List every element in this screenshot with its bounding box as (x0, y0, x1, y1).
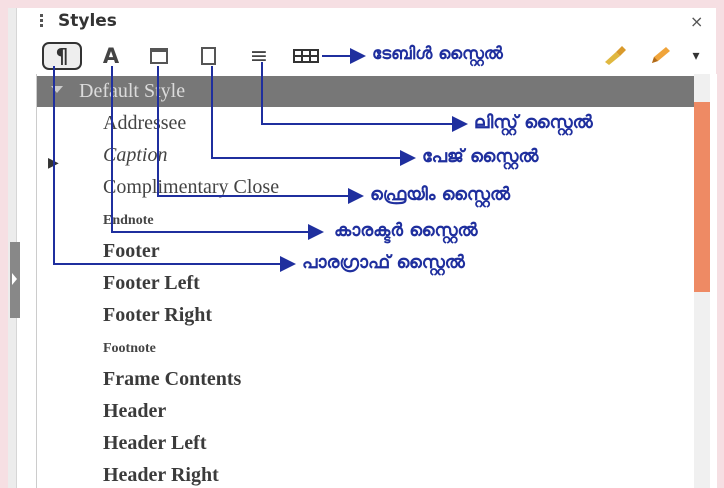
paragraph-styles-button[interactable]: ¶ (42, 42, 82, 70)
paint-bucket-icon (605, 46, 626, 65)
list-item[interactable]: Header Right (37, 460, 695, 488)
pilcrow-icon: ¶ (55, 44, 69, 68)
list-styles-button[interactable]: ≡ (244, 42, 274, 70)
style-name: Footer Left (103, 272, 200, 294)
style-name: Complimentary Close (103, 176, 280, 198)
style-name: Frame Contents (103, 368, 242, 390)
style-name: Endnote (103, 213, 154, 228)
frame-styles-button[interactable] (146, 42, 172, 70)
new-style-button[interactable] (646, 40, 676, 70)
scrollbar-thumb[interactable] (694, 102, 710, 292)
panel-title: Styles (58, 11, 117, 31)
expand-caption-icon[interactable]: ▶ (48, 155, 59, 171)
list-item[interactable]: Header (37, 396, 695, 427)
style-name: Addressee (103, 112, 187, 134)
list-item-default-style[interactable]: Default Style (37, 76, 695, 107)
letter-a-icon: A (102, 44, 120, 68)
style-name: Caption (103, 144, 168, 166)
style-name: Footer (103, 240, 160, 262)
character-styles-button[interactable]: A (98, 42, 124, 70)
style-name: Header Left (103, 432, 207, 454)
fill-format-mode-button[interactable] (600, 40, 630, 70)
expand-arrow-icon (51, 86, 63, 93)
collapse-handle[interactable] (10, 242, 20, 318)
style-name: Footnote (103, 341, 156, 356)
style-actions-dropdown[interactable]: ▾ (688, 44, 704, 68)
annotation-paragraph-style: പാരഗ്രാഫ് സ്റ്റൈൽ (302, 252, 465, 273)
drag-grip-icon[interactable] (40, 14, 43, 30)
style-name: Header Right (103, 464, 219, 486)
style-list[interactable]: Default Style Addressee Caption Complime… (36, 74, 717, 488)
pencil-icon (652, 47, 670, 63)
annotation-character-style: കാരക്ടർ സ്റ്റൈൽ (334, 220, 478, 241)
annotation-page-style: പേജ് സ്റ്റൈൽ (422, 146, 539, 167)
list-icon: ≡ (249, 43, 269, 69)
style-name: Header (103, 400, 167, 422)
table-styles-button[interactable] (290, 44, 322, 68)
list-item[interactable]: Frame Contents (37, 364, 695, 395)
annotation-list-style: ലിസ്റ്റ് സ്റ്റൈൽ (474, 112, 593, 133)
chevron-down-icon: ▾ (692, 48, 700, 64)
page-icon (200, 47, 216, 65)
list-item[interactable]: Footer Right (37, 300, 695, 331)
style-name: Footer Right (103, 304, 213, 326)
list-item[interactable]: Addressee (37, 108, 695, 139)
close-icon[interactable]: × (690, 12, 703, 31)
list-item[interactable]: Header Left (37, 428, 695, 459)
style-name: Default Style (79, 80, 186, 102)
page-styles-button[interactable] (196, 42, 220, 70)
table-icon (293, 49, 319, 63)
vertical-scrollbar[interactable] (694, 74, 710, 488)
list-item[interactable]: Complimentary Close (37, 172, 695, 203)
annotation-frame-style: ഫ്രെയിം സ്റ്റൈൽ (370, 184, 511, 205)
list-item[interactable]: Footnote (37, 332, 695, 363)
annotation-table-style: ടേബിൾ സ്റ്റൈൽ (372, 44, 503, 64)
list-item[interactable]: Caption (37, 140, 695, 171)
frame-icon (150, 48, 168, 64)
